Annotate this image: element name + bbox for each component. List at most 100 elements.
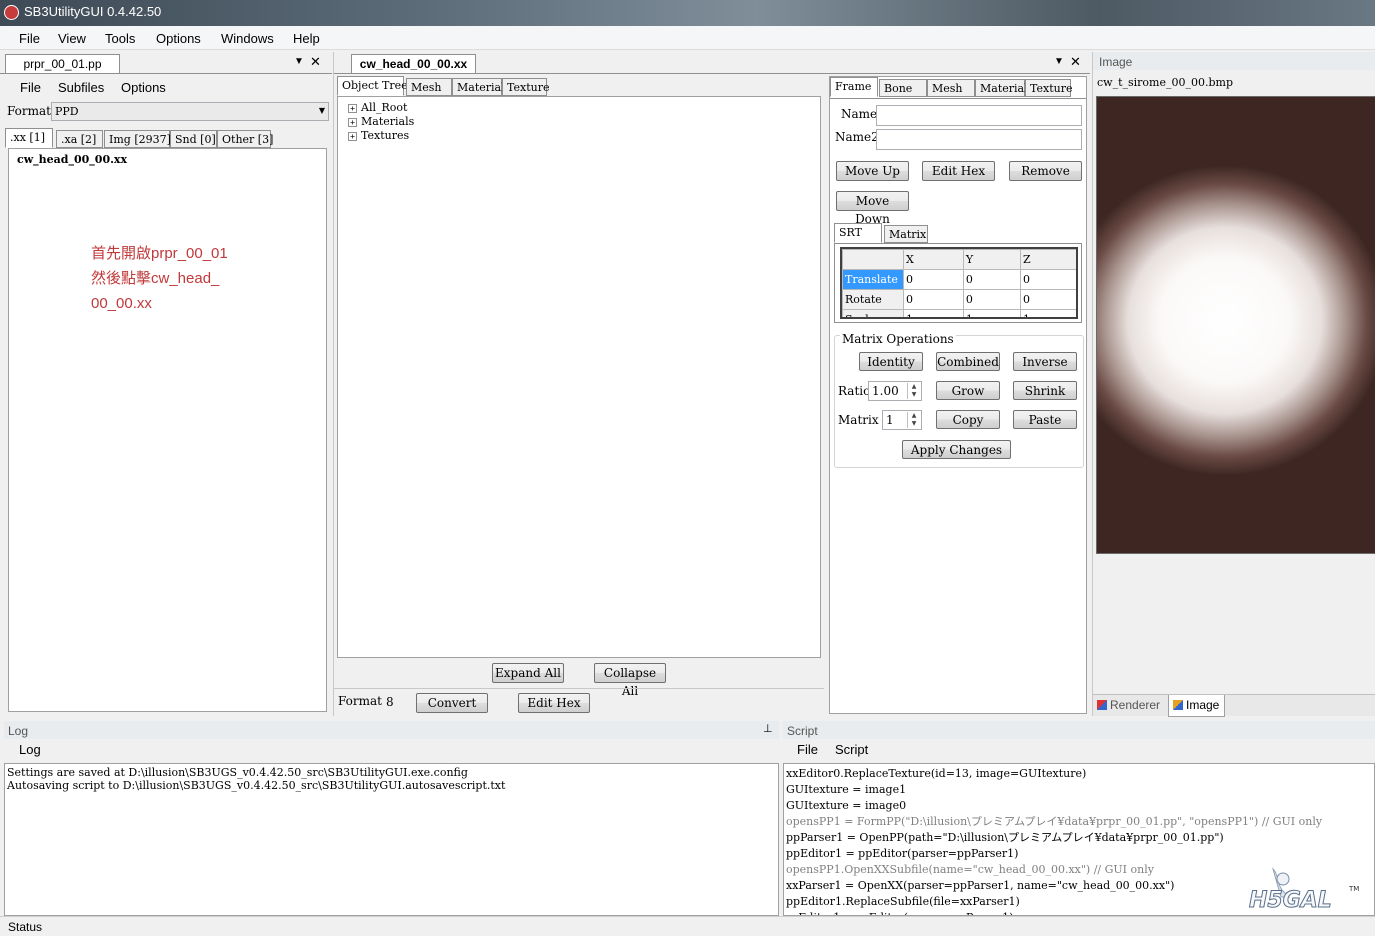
tab-object-tree[interactable]: Object Tree	[337, 76, 408, 96]
tab-bone[interactable]: Bone	[879, 79, 927, 97]
table-cell[interactable]: 1	[1020, 309, 1076, 317]
tab-xa[interactable]: .xa [2]	[56, 130, 103, 148]
script-header: Script	[783, 721, 1375, 739]
log-menu[interactable]: Log	[19, 742, 41, 757]
spin-down-icon[interactable]: ▼	[907, 420, 920, 428]
tab-matrix[interactable]: Matrix	[884, 225, 928, 243]
row-header[interactable]: Rotate	[842, 289, 904, 310]
script-panel: Script File Script xxEditor0.ReplaceText…	[781, 719, 1375, 916]
row-header[interactable]: Translate	[842, 269, 904, 290]
matrix-number-stepper[interactable]: 1 ▲ ▼	[882, 410, 922, 430]
tab-img[interactable]: Img [2937]	[104, 130, 171, 148]
dropdown-arrow-icon[interactable]: ▼	[1054, 56, 1064, 67]
watermark-text: H5GAL	[1249, 888, 1332, 913]
pp-menu-options[interactable]: Options	[121, 80, 166, 95]
table-cell[interactable]: 1	[962, 309, 1022, 317]
edit-hex-button[interactable]: Edit Hex	[518, 693, 590, 713]
expand-icon[interactable]: +	[348, 117, 357, 127]
script-line: opensPP1 = FormPP("D:\illusion\プレミアムプレイ¥…	[786, 815, 1323, 828]
table-cell[interactable]: 1	[903, 309, 964, 317]
grow-button[interactable]: Grow	[936, 381, 1000, 400]
tab-frame[interactable]: Frame	[830, 77, 878, 97]
edit-hex-button[interactable]: Edit Hex	[922, 161, 995, 181]
table-cell[interactable]: 0	[1020, 289, 1076, 310]
tab-material[interactable]: Material	[975, 79, 1028, 97]
table-cell[interactable]: 0	[962, 269, 1022, 290]
table-cell[interactable]: 0	[962, 289, 1022, 310]
tab-renderer[interactable]: Renderer	[1097, 698, 1160, 712]
pp-menu-subfiles[interactable]: Subfiles	[58, 80, 104, 95]
name2-field[interactable]	[876, 129, 1082, 150]
tab-mesh[interactable]: Mesh	[406, 78, 452, 96]
pin-icon[interactable]: ⊥	[763, 722, 773, 735]
menu-view[interactable]: View	[58, 31, 86, 46]
combined-button[interactable]: Combined	[936, 352, 1000, 371]
menu-file[interactable]: File	[19, 31, 40, 46]
image-icon	[1173, 700, 1183, 710]
convert-button[interactable]: Convert	[416, 693, 488, 713]
table-cell[interactable]: 0	[1020, 269, 1076, 290]
identity-button[interactable]: Identity	[859, 352, 923, 371]
matrix-ops-title: Matrix Operations	[840, 332, 956, 346]
list-item[interactable]: cw_head_00_00.xx	[17, 153, 127, 166]
doc-tab-prpr[interactable]: prpr_00_01.pp	[5, 54, 120, 74]
srt-grid[interactable]: X Y Z Translate 0 0 0 Rotate 0 0 0	[840, 247, 1078, 319]
apply-changes-button[interactable]: Apply Changes	[902, 440, 1011, 459]
expand-all-button[interactable]: Expand All	[492, 663, 564, 683]
tree-nodes: + All_Root + Materials + Textures	[348, 101, 414, 143]
tab-srt[interactable]: SRT	[834, 223, 882, 243]
subfile-list: cw_head_00_00.xx 首先開啟prpr_00_01 然後點擊cw_h…	[8, 148, 327, 712]
table-cell[interactable]: 0	[903, 269, 964, 290]
move-up-button[interactable]: Move Up	[836, 161, 909, 181]
menu-help[interactable]: Help	[293, 31, 320, 46]
spin-up-icon[interactable]: ▲	[907, 383, 920, 391]
shrink-button[interactable]: Shrink	[1013, 381, 1077, 400]
tab-other[interactable]: Other [3]	[217, 130, 273, 148]
tab-material[interactable]: Material	[452, 78, 505, 96]
tab-image[interactable]: Image	[1168, 695, 1226, 717]
tree-node-materials[interactable]: + Materials	[348, 115, 414, 129]
tab-snd[interactable]: Snd [0]	[170, 130, 217, 148]
ratio-value: 1.00	[872, 384, 899, 398]
remove-button[interactable]: Remove	[1009, 161, 1082, 181]
tree-node-all-root[interactable]: + All_Root	[348, 101, 414, 115]
script-menu-file[interactable]: File	[797, 742, 818, 757]
dropdown-arrow-icon[interactable]: ▼	[294, 56, 304, 67]
ratio-stepper[interactable]: 1.00 ▲ ▼	[868, 381, 922, 401]
name-field[interactable]	[876, 105, 1082, 126]
menu-options[interactable]: Options	[156, 31, 201, 46]
close-icon[interactable]: ✕	[1070, 54, 1081, 70]
tab-xx[interactable]: .xx [1]	[5, 128, 53, 148]
script-menu-script[interactable]: Script	[835, 742, 868, 757]
xx-panel: cw_head_00_00.xx ▼ ✕ Object Tree Mesh Ma…	[333, 52, 1090, 716]
divider	[334, 73, 1090, 74]
table-row: Scale 1 1 1	[842, 309, 1076, 317]
spin-up-icon[interactable]: ▲	[907, 412, 920, 420]
menu-tools[interactable]: Tools	[105, 31, 135, 46]
collapse-all-button[interactable]: Collapse All	[594, 663, 666, 698]
frame-panel: Frame Bone Mesh Material Texture Name Na…	[829, 76, 1087, 714]
format-select[interactable]: PPD ▼	[51, 102, 329, 121]
copy-button[interactable]: Copy	[936, 410, 1000, 429]
tab-texture[interactable]: Texture	[1025, 79, 1072, 97]
row-header[interactable]: Scale	[842, 309, 904, 317]
spin-down-icon[interactable]: ▼	[907, 391, 920, 399]
tree-node-textures[interactable]: + Textures	[348, 129, 414, 143]
close-icon[interactable]: ✕	[310, 54, 321, 70]
tab-texture[interactable]: Texture	[502, 78, 549, 96]
log-panel: Log ⊥ Log Settings are saved at D:\illus…	[0, 719, 779, 916]
table-cell[interactable]: 0	[903, 289, 964, 310]
expand-icon[interactable]: +	[348, 131, 357, 141]
pp-menu-file[interactable]: File	[20, 80, 41, 95]
move-down-button[interactable]: Move Down	[836, 191, 909, 226]
paste-button[interactable]: Paste	[1013, 410, 1077, 429]
inverse-button[interactable]: Inverse	[1013, 352, 1077, 371]
column-header: Y	[962, 249, 1022, 270]
doc-tab-cw-head[interactable]: cw_head_00_00.xx	[351, 54, 476, 74]
watermark: H5GAL TM	[1243, 867, 1363, 914]
tab-mesh[interactable]: Mesh	[927, 79, 975, 97]
log-output[interactable]: Settings are saved at D:\illusion\SB3UGS…	[4, 763, 779, 916]
menu-windows[interactable]: Windows	[221, 31, 274, 46]
expand-icon[interactable]: +	[348, 103, 357, 113]
annotation-text: 首先開啟prpr_00_01 然後點擊cw_head_ 00_00.xx	[91, 241, 228, 316]
